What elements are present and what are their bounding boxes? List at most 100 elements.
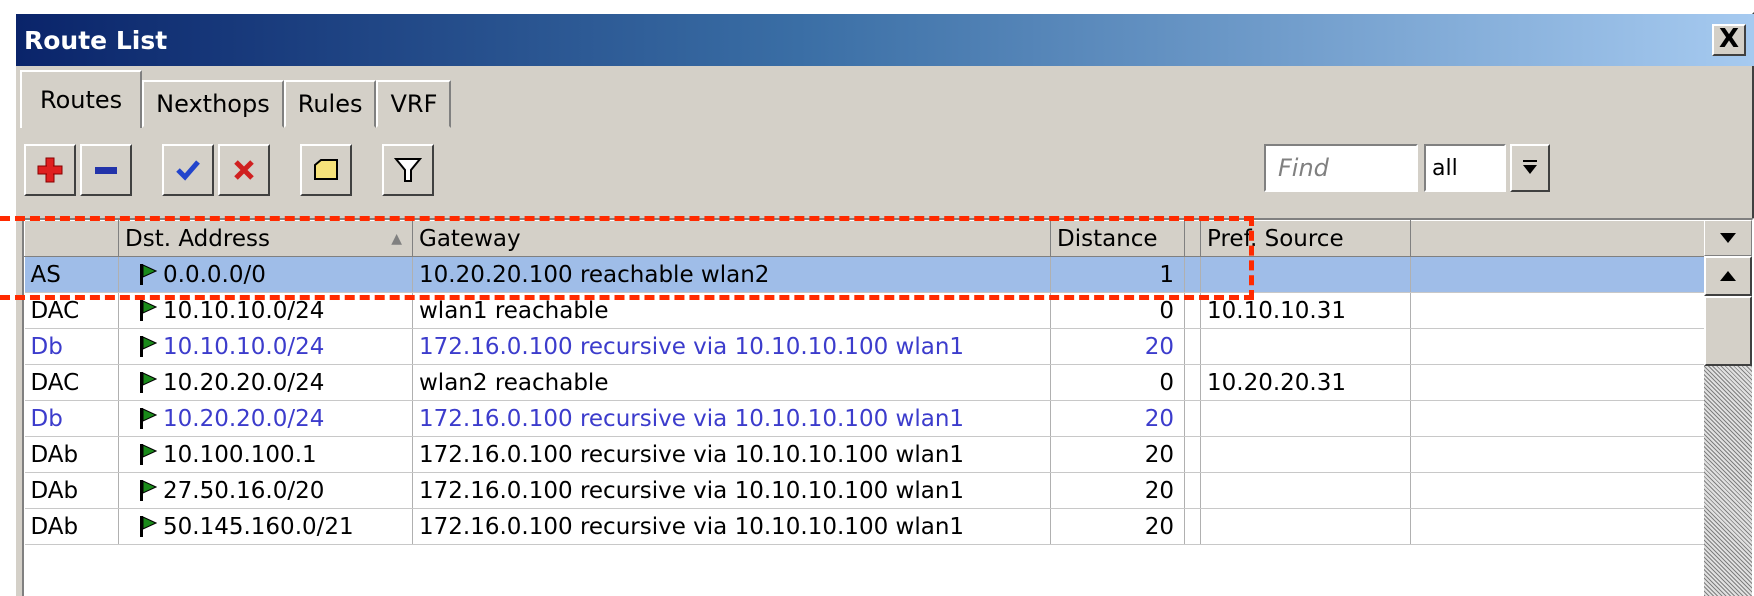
table-row[interactable]: DAC 10.10.10.0/24 wlan1 reachable 0 10.10.10… <box>24 292 1709 329</box>
table-row[interactable]: DAC 10.20.20.0/24 wlan2 reachable 0 10.20.20… <box>24 364 1709 401</box>
column-header-pref-source[interactable]: Pref. Source <box>1200 220 1411 257</box>
row-empty <box>1410 436 1709 473</box>
sort-ascending-icon: ▲ <box>391 231 402 247</box>
row-pref-source: 10.20.20.31 <box>1200 364 1411 401</box>
row-distance: 20 <box>1050 436 1185 473</box>
row-empty <box>1410 364 1709 401</box>
row-spacer <box>1184 508 1201 545</box>
route-table: Dst. Address ▲ Gateway Distance Pref. So… <box>22 218 1754 596</box>
column-header-distance[interactable]: Distance <box>1050 220 1185 257</box>
flag-icon <box>140 515 157 537</box>
row-flags: Db <box>24 400 119 437</box>
column-header-label: Dst. Address <box>125 225 270 252</box>
column-header-empty[interactable] <box>1410 220 1709 257</box>
table-row[interactable]: DAb 50.145.160.0/21 172.16.0.100 recursive… <box>24 508 1709 545</box>
flag-icon <box>140 443 157 465</box>
row-empty <box>1410 508 1709 545</box>
flag-icon <box>140 335 157 357</box>
row-distance: 20 <box>1050 472 1185 509</box>
row-distance: 0 <box>1050 364 1185 401</box>
row-distance: 1 <box>1050 256 1185 293</box>
table-row[interactable]: AS 0.0.0.0/0 10.20.20.100 reachable wlan2 1 <box>24 256 1709 293</box>
row-pref-source <box>1200 508 1411 545</box>
row-dst-address: 10.10.10.0/24 <box>118 328 413 365</box>
table-row[interactable]: Db 10.10.10.0/24 172.16.0.100 recursive vi… <box>24 328 1709 365</box>
remove-button[interactable] <box>80 144 132 196</box>
row-flags: DAC <box>24 364 119 401</box>
row-dst-address: 50.145.160.0/21 <box>118 508 413 545</box>
row-pref-source <box>1200 328 1411 365</box>
row-empty <box>1410 292 1709 329</box>
row-pref-source <box>1200 472 1411 509</box>
row-dst-address: 10.20.20.0/24 <box>118 400 413 437</box>
table-row[interactable]: DAb 10.100.100.1 172.16.0.100 recursive vi… <box>24 436 1709 473</box>
vertical-scrollbar[interactable] <box>1704 256 1752 596</box>
row-empty <box>1410 400 1709 437</box>
row-flags: Db <box>24 328 119 365</box>
table-row[interactable]: Db 10.20.20.0/24 172.16.0.100 recursive vi… <box>24 400 1709 437</box>
tab-rules[interactable]: Rules <box>283 80 377 128</box>
flag-icon <box>140 479 157 501</box>
close-button[interactable]: X <box>1712 24 1746 56</box>
row-pref-source <box>1200 256 1411 293</box>
toolbar: Find all <box>16 132 1754 212</box>
filter-select[interactable]: all <box>1424 144 1506 192</box>
scroll-up-button[interactable] <box>1704 256 1752 296</box>
scroll-thumb[interactable] <box>1704 296 1752 366</box>
row-gateway: 10.20.20.100 reachable wlan2 <box>412 256 1051 293</box>
dst-address-text: 0.0.0.0/0 <box>163 261 266 288</box>
plus-icon <box>37 157 63 183</box>
cross-icon <box>234 160 254 180</box>
row-empty <box>1410 256 1709 293</box>
row-pref-source <box>1200 436 1411 473</box>
flag-icon <box>140 371 157 393</box>
row-gateway: wlan1 reachable <box>412 292 1051 329</box>
row-pref-source: 10.10.10.31 <box>1200 292 1411 329</box>
column-header-gateway[interactable]: Gateway <box>412 220 1051 257</box>
filter-dropdown-button[interactable] <box>1510 144 1550 192</box>
column-menu-button[interactable] <box>1704 220 1752 256</box>
row-empty <box>1410 472 1709 509</box>
row-flags: AS <box>24 256 119 293</box>
row-dst-address: 10.20.20.0/24 <box>118 364 413 401</box>
row-gateway: 172.16.0.100 recursive via 10.10.10.100 … <box>412 400 1051 437</box>
filter-button[interactable] <box>382 144 434 196</box>
dst-address-text: 10.20.20.0/24 <box>163 369 325 396</box>
row-gateway: 172.16.0.100 recursive via 10.10.10.100 … <box>412 508 1051 545</box>
tab-routes[interactable]: Routes <box>20 70 143 128</box>
row-distance: 20 <box>1050 508 1185 545</box>
row-distance: 20 <box>1050 400 1185 437</box>
column-header-flags[interactable] <box>24 220 119 257</box>
row-spacer <box>1184 436 1201 473</box>
row-gateway: 172.16.0.100 recursive via 10.10.10.100 … <box>412 472 1051 509</box>
title-bar[interactable]: Route List X <box>16 14 1754 66</box>
dst-address-text: 50.145.160.0/21 <box>163 513 354 540</box>
tab-nexthops[interactable]: Nexthops <box>142 80 284 128</box>
arrow-up-icon <box>1720 271 1736 281</box>
enable-button[interactable] <box>162 144 214 196</box>
flag-icon <box>140 299 157 321</box>
add-button[interactable] <box>24 144 76 196</box>
column-header-spacer[interactable] <box>1184 220 1201 257</box>
disable-button[interactable] <box>218 144 270 196</box>
dst-address-text: 10.20.20.0/24 <box>163 405 325 432</box>
check-icon <box>176 160 200 181</box>
window-title: Route List <box>24 25 168 55</box>
dst-address-text: 27.50.16.0/20 <box>163 477 325 504</box>
row-spacer <box>1184 256 1201 293</box>
comment-icon <box>314 159 338 180</box>
table-row[interactable]: DAb 27.50.16.0/20 172.16.0.100 recursive v… <box>24 472 1709 509</box>
find-input[interactable]: Find <box>1264 144 1418 192</box>
tab-vrf[interactable]: VRF <box>376 80 452 128</box>
row-distance: 20 <box>1050 328 1185 365</box>
tab-bar: Routes Nexthops Rules VRF <box>20 70 452 128</box>
row-empty <box>1410 328 1709 365</box>
comment-button[interactable] <box>300 144 352 196</box>
filter-icon <box>393 158 423 182</box>
row-spacer <box>1184 400 1201 437</box>
dropdown-arrow-icon <box>1720 233 1736 243</box>
row-spacer <box>1184 292 1201 329</box>
column-header-dst-address[interactable]: Dst. Address ▲ <box>118 220 413 257</box>
row-dst-address: 0.0.0.0/0 <box>118 256 413 293</box>
flag-icon <box>140 263 157 285</box>
